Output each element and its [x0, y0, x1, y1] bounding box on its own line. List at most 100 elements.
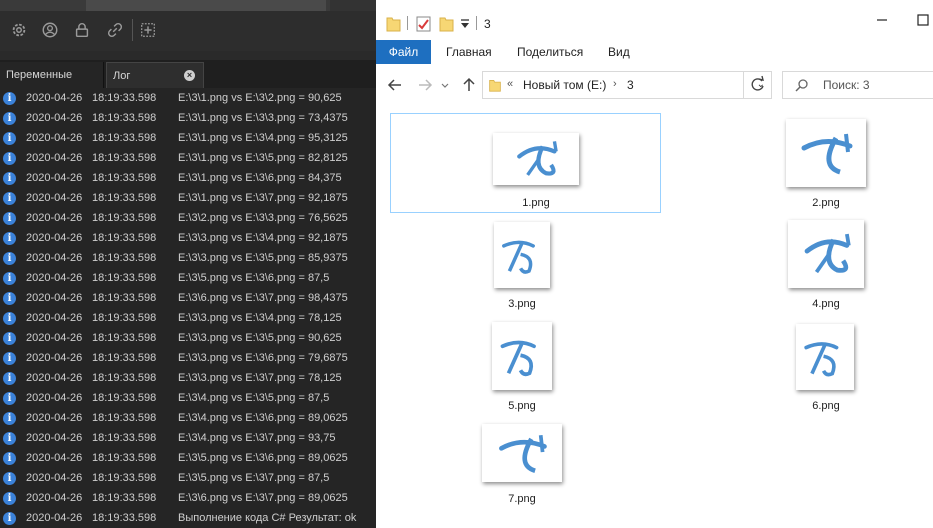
log-row[interactable]: i 2020-04-26 18:19:33.598 E:\3\5.png vs E:\…	[0, 268, 376, 288]
forward-arrow-icon[interactable]	[416, 76, 434, 94]
up-arrow-icon[interactable]	[460, 76, 478, 94]
lock-icon[interactable]	[71, 19, 93, 41]
log-row[interactable]: i 2020-04-26 18:19:33.598 E:\3\4.png vs E:\…	[0, 388, 376, 408]
close-icon[interactable]: ×	[184, 70, 195, 81]
search-box[interactable]: Поиск: 3	[782, 71, 933, 99]
image-thumbnail-icon	[517, 141, 558, 176]
log-row[interactable]: i 2020-04-26 18:19:33.598 Выполнение кода C…	[0, 508, 376, 528]
gear-icon[interactable]	[8, 19, 30, 41]
log-date: 2020-04-26	[26, 232, 83, 244]
log-message: Выполнение кода C# Результат: ok	[178, 512, 357, 524]
log-time: 18:19:33.598	[92, 472, 157, 484]
tab-log[interactable]: Лог ×	[106, 62, 204, 88]
log-row[interactable]: i 2020-04-26 18:19:33.598 E:\3\4.png vs E:\…	[0, 408, 376, 428]
breadcrumb-folder[interactable]: 3	[627, 78, 634, 92]
log-row[interactable]: i 2020-04-26 18:19:33.598 E:\3\3.png vs E:\…	[0, 348, 376, 368]
file-thumbnail[interactable]	[494, 222, 550, 288]
log-list[interactable]: i 2020-04-26 18:19:33.598 E:\3\1.png vs E:\…	[0, 88, 376, 528]
info-icon: i	[3, 212, 16, 225]
log-time: 18:19:33.598	[92, 192, 157, 204]
log-row[interactable]: i 2020-04-26 18:19:33.598 E:\3\2.png vs E:\…	[0, 208, 376, 228]
back-arrow-icon[interactable]	[386, 76, 404, 94]
log-message: E:\3\4.png vs E:\3\5.png = 87,5	[178, 392, 330, 404]
ribbon-tab-home[interactable]: Главная	[446, 40, 492, 64]
log-row[interactable]: i 2020-04-26 18:19:33.598 E:\3\4.png vs E:\…	[0, 428, 376, 448]
maximize-icon[interactable]	[913, 10, 933, 30]
scrollbar-track-end	[330, 0, 376, 11]
recent-dropdown-icon[interactable]	[440, 76, 450, 94]
log-date: 2020-04-26	[26, 312, 83, 324]
file-name[interactable]: 2.png	[776, 197, 876, 209]
user-icon[interactable]	[39, 19, 61, 41]
scrollbar-thumb[interactable]	[86, 0, 326, 11]
log-row[interactable]: i 2020-04-26 18:19:33.598 E:\3\3.png vs E:\…	[0, 308, 376, 328]
image-thumbnail-icon	[801, 133, 853, 175]
tab-variables[interactable]: Переменные	[0, 62, 104, 88]
log-row[interactable]: i 2020-04-26 18:19:33.598 E:\3\5.png vs E:\…	[0, 468, 376, 488]
log-date: 2020-04-26	[26, 512, 83, 524]
minimize-icon[interactable]	[872, 10, 892, 30]
new-folder-icon[interactable]	[439, 15, 454, 32]
log-time: 18:19:33.598	[92, 252, 157, 264]
breadcrumb-drive[interactable]: Новый том (E:)	[523, 78, 606, 92]
info-icon: i	[3, 512, 16, 525]
log-row[interactable]: i 2020-04-26 18:19:33.598 E:\3\1.png vs E:\…	[0, 148, 376, 168]
file-view[interactable]: 1.png 2.png 3.png 4.png 5.png 6.png 7.png	[376, 106, 933, 528]
log-row[interactable]: i 2020-04-26 18:19:33.598 E:\3\1.png vs E:\…	[0, 88, 376, 108]
log-message: E:\3\3.png vs E:\3\4.png = 78,125	[178, 312, 342, 324]
log-message: E:\3\1.png vs E:\3\3.png = 73,4375	[178, 112, 348, 124]
log-row[interactable]: i 2020-04-26 18:19:33.598 E:\3\1.png vs E:\…	[0, 108, 376, 128]
search-icon	[795, 79, 808, 92]
ribbon-tab-view[interactable]: Вид	[608, 40, 630, 64]
ribbon-tab-share[interactable]: Поделиться	[517, 40, 583, 64]
link-icon[interactable]	[104, 19, 126, 41]
file-thumbnail[interactable]	[493, 133, 579, 185]
file-thumbnail[interactable]	[796, 324, 854, 390]
info-icon: i	[3, 172, 16, 185]
log-message: E:\3\1.png vs E:\3\4.png = 95,3125	[178, 132, 348, 144]
ribbon-tab-file[interactable]: Файл	[376, 40, 431, 64]
log-row[interactable]: i 2020-04-26 18:19:33.598 E:\3\1.png vs E:\…	[0, 128, 376, 148]
breadcrumb-overflow[interactable]: «	[507, 78, 513, 90]
log-row[interactable]: i 2020-04-26 18:19:33.598 E:\3\6.png vs E:\…	[0, 488, 376, 508]
file-name[interactable]: 1.png	[486, 197, 586, 209]
file-thumbnail[interactable]	[492, 322, 552, 390]
log-row[interactable]: i 2020-04-26 18:19:33.598 E:\3\5.png vs E:\…	[0, 448, 376, 468]
log-time: 18:19:33.598	[92, 372, 157, 384]
log-row[interactable]: i 2020-04-26 18:19:33.598 E:\3\6.png vs E:\…	[0, 288, 376, 308]
file-name[interactable]: 4.png	[776, 298, 876, 310]
log-row[interactable]: i 2020-04-26 18:19:33.598 E:\3\3.png vs E:\…	[0, 368, 376, 388]
log-message: E:\3\3.png vs E:\3\7.png = 78,125	[178, 372, 342, 384]
info-icon: i	[3, 312, 16, 325]
image-thumbnail-icon	[499, 435, 547, 474]
info-icon: i	[3, 412, 16, 425]
log-date: 2020-04-26	[26, 472, 83, 484]
add-icon[interactable]	[137, 19, 159, 41]
properties-icon[interactable]	[416, 15, 431, 32]
file-name[interactable]: 6.png	[776, 400, 876, 412]
log-row[interactable]: i 2020-04-26 18:19:33.598 E:\3\1.png vs E:\…	[0, 168, 376, 188]
log-time: 18:19:33.598	[92, 92, 157, 104]
file-name[interactable]: 3.png	[472, 298, 572, 310]
log-date: 2020-04-26	[26, 352, 83, 364]
log-message: E:\3\1.png vs E:\3\2.png = 90,625	[178, 92, 342, 104]
refresh-button[interactable]	[743, 71, 772, 99]
log-row[interactable]: i 2020-04-26 18:19:33.598 E:\3\1.png vs E:\…	[0, 188, 376, 208]
breadcrumb-separator-icon[interactable]: ›	[613, 78, 617, 90]
log-row[interactable]: i 2020-04-26 18:19:33.598 E:\3\3.png vs E:\…	[0, 248, 376, 268]
log-row[interactable]: i 2020-04-26 18:19:33.598 E:\3\3.png vs E:\…	[0, 328, 376, 348]
info-icon: i	[3, 92, 16, 105]
address-bar[interactable]: « Новый том (E:) › 3 ⌄	[482, 71, 772, 99]
file-thumbnail[interactable]	[786, 119, 866, 187]
info-icon: i	[3, 332, 16, 345]
log-date: 2020-04-26	[26, 172, 83, 184]
customize-dropdown-icon[interactable]	[460, 18, 470, 30]
file-thumbnail[interactable]	[482, 424, 562, 482]
log-row[interactable]: i 2020-04-26 18:19:33.598 E:\3\3.png vs E:\…	[0, 228, 376, 248]
file-name[interactable]: 7.png	[472, 493, 572, 505]
file-thumbnail[interactable]	[788, 220, 864, 288]
horizontal-scrollbar[interactable]	[0, 0, 376, 11]
file-name[interactable]: 5.png	[472, 400, 572, 412]
log-date: 2020-04-26	[26, 392, 83, 404]
info-icon: i	[3, 452, 16, 465]
